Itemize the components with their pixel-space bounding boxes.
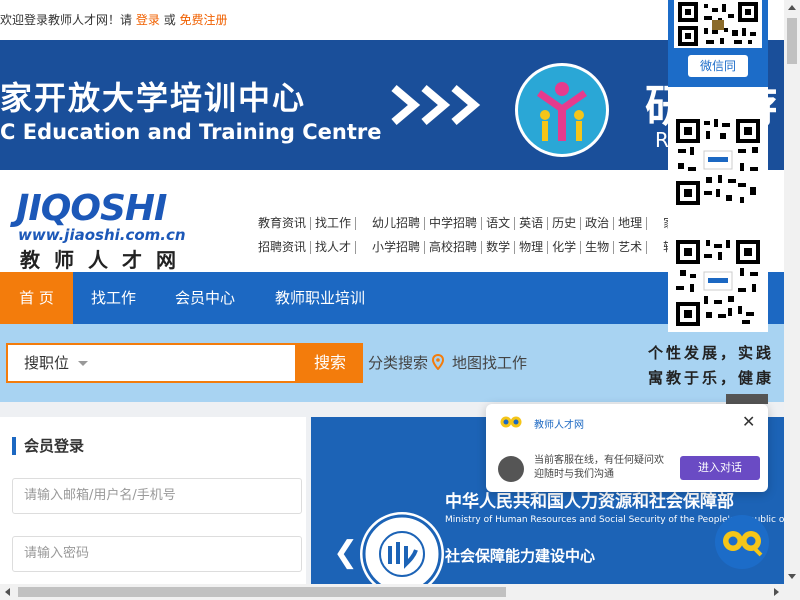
category-search-link[interactable]: 分类搜索 xyxy=(368,352,428,373)
chat-logo-icon xyxy=(500,416,522,428)
cat-link[interactable]: 艺术 xyxy=(614,241,648,254)
nav-member-center[interactable]: 会员中心 xyxy=(175,272,235,324)
cat-link[interactable]: 语文 xyxy=(482,217,516,230)
scroll-down-icon[interactable] xyxy=(788,574,796,579)
username-field[interactable]: 请输入邮箱/用户名/手机号 xyxy=(12,478,302,514)
ministry-seal xyxy=(357,509,447,587)
cat-link[interactable]: 英语 xyxy=(515,217,549,230)
slogan-line-2: 寓教于乐，健康 xyxy=(648,369,775,387)
qr-code-1 xyxy=(674,117,762,207)
banner-logo-circle xyxy=(515,63,609,157)
horizontal-scroll-thumb[interactable] xyxy=(18,587,506,597)
qr-code-wechat xyxy=(674,0,762,48)
header: JIQOSHI www.jiaoshi.com.cn 教师人才网 教育资讯 找工作… xyxy=(0,170,784,272)
top-banner[interactable]: 家开放大学培训中心 C Education and Training Centr… xyxy=(0,40,784,170)
chat-launcher[interactable] xyxy=(715,515,769,569)
cat-link[interactable]: 中学招聘 xyxy=(425,217,483,230)
cat-link[interactable]: 找人才 xyxy=(311,241,357,254)
scroll-right-icon[interactable] xyxy=(774,588,779,596)
chevron-down-icon xyxy=(78,361,88,366)
cat-link[interactable]: 化学 xyxy=(548,241,582,254)
member-login-panel: 会员登录 请输入邮箱/用户名/手机号 请输入密码 xyxy=(0,417,306,587)
chat-widget-handle xyxy=(726,394,768,404)
password-field[interactable]: 请输入密码 xyxy=(12,536,302,572)
cat-link[interactable]: 政治 xyxy=(581,217,615,230)
search-button[interactable]: 搜索 xyxy=(297,343,363,383)
search-type-label: 搜职位 xyxy=(24,354,70,372)
close-icon[interactable]: ✕ xyxy=(742,412,755,431)
promo-center-name: 社会保障能力建设中心 xyxy=(445,547,596,565)
category-row-2: 招聘资讯找人才小学招聘高校招聘数学物理化学生物艺术辅 xyxy=(258,240,679,254)
seal-icon xyxy=(362,514,442,587)
or-text: 或 xyxy=(163,13,176,27)
main-nav: 首 页 找工作 会员中心 教师职业培训 xyxy=(0,272,784,324)
search-input[interactable] xyxy=(97,343,297,383)
cat-link[interactable]: 小学招聘 xyxy=(368,241,426,254)
chat-logo-icon xyxy=(723,531,763,557)
qr-code-icon xyxy=(674,238,762,328)
welcome-text: 欢迎登录教师人才网！请 xyxy=(0,13,133,27)
vertical-scrollbar[interactable] xyxy=(784,0,800,584)
cat-link[interactable]: 物理 xyxy=(515,241,549,254)
site-logo[interactable]: JIQOSHI xyxy=(16,188,167,229)
banner-title: 家开放大学培训中心 xyxy=(0,79,307,117)
scroll-left-icon[interactable] xyxy=(5,588,10,596)
cat-link[interactable]: 高校招聘 xyxy=(425,241,483,254)
search-type-select[interactable]: 搜职位 xyxy=(6,343,98,383)
login-link[interactable]: 登录 xyxy=(136,13,160,27)
login-title: 会员登录 xyxy=(12,437,84,455)
banner-right-subtitle: R xyxy=(655,128,669,152)
cat-link[interactable]: 数学 xyxy=(482,241,516,254)
cat-link[interactable]: 幼儿招聘 xyxy=(368,217,426,230)
wechat-button[interactable]: 微信同 xyxy=(688,55,748,77)
vertical-scroll-thumb[interactable] xyxy=(787,18,797,64)
qr-code-2 xyxy=(674,238,762,328)
cat-link[interactable]: 地理 xyxy=(614,217,648,230)
scroll-up-icon[interactable] xyxy=(788,5,796,10)
chat-message: 当前客服在线，有任何疑问欢迎随时与我们沟通 xyxy=(534,455,664,480)
arrows-icon xyxy=(391,84,481,126)
chat-popup: 教师人才网 ✕ 当前客服在线，有任何疑问欢迎随时与我们沟通 进入对话 xyxy=(486,404,768,492)
search-bar: 搜职位 搜索 分类搜索 地图找工作 个性发展，实践 寓教于乐，健康 xyxy=(0,324,784,402)
cat-link[interactable]: 生物 xyxy=(581,241,615,254)
nav-teacher-training[interactable]: 教师职业培训 xyxy=(275,272,365,324)
chevron-left-icon[interactable]: ❮ xyxy=(333,535,358,570)
horizontal-scrollbar[interactable] xyxy=(0,584,800,600)
banner-subtitle: C Education and Training Centre xyxy=(0,120,382,144)
site-name: 教师人才网 xyxy=(20,248,190,272)
chat-title: 教师人才网 xyxy=(534,420,584,431)
agent-avatar xyxy=(498,456,524,482)
qr-code-icon xyxy=(674,117,762,207)
nav-home[interactable]: 首 页 xyxy=(0,272,73,324)
enter-chat-button[interactable]: 进入对话 xyxy=(680,456,760,480)
map-pin-icon xyxy=(432,354,444,370)
site-url: www.jiaoshi.com.cn xyxy=(18,226,186,244)
top-bar: 欢迎登录教师人才网！请 登录 或 免费注册 xyxy=(0,0,784,40)
people-icon xyxy=(518,66,606,154)
nav-find-job[interactable]: 找工作 xyxy=(91,272,136,324)
register-link[interactable]: 免费注册 xyxy=(180,13,228,27)
cat-link[interactable]: 找工作 xyxy=(311,217,357,230)
cat-link[interactable]: 招聘资讯 xyxy=(258,241,312,254)
slogan-line-1: 个性发展，实践 xyxy=(648,344,775,362)
cat-link[interactable]: 历史 xyxy=(548,217,582,230)
map-job-search-link[interactable]: 地图找工作 xyxy=(452,352,527,373)
qr-code-icon xyxy=(674,0,762,48)
cat-link[interactable]: 教育资讯 xyxy=(258,217,312,230)
